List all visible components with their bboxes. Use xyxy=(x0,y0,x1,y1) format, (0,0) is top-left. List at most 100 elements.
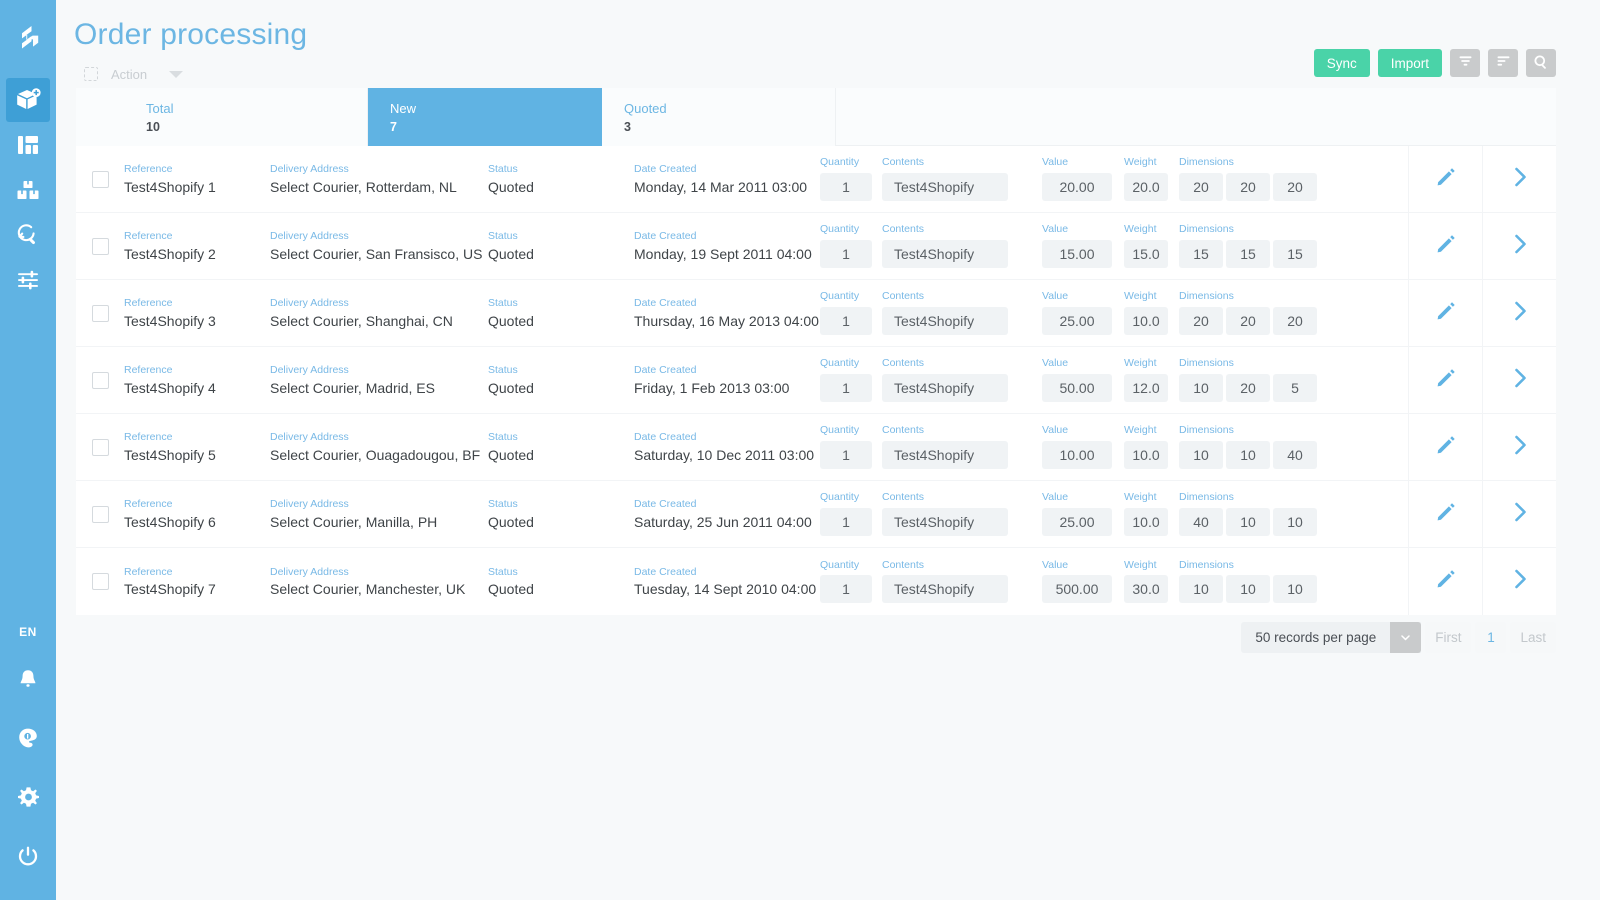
row-checkbox[interactable] xyxy=(92,305,109,322)
dimension-width-input[interactable]: 20 xyxy=(1226,307,1270,335)
row-edit-button[interactable] xyxy=(1408,414,1482,480)
weight-input[interactable]: 12.0 xyxy=(1124,374,1168,402)
contents-input[interactable]: Test4Shopify xyxy=(882,307,1008,335)
row-checkbox[interactable] xyxy=(92,171,109,188)
contents-input[interactable]: Test4Shopify xyxy=(882,240,1008,268)
row-checkbox[interactable] xyxy=(92,573,109,590)
dimension-width-input[interactable]: 10 xyxy=(1226,508,1270,536)
quantity-input[interactable]: 1 xyxy=(820,240,872,268)
contents-input[interactable]: Test4Shopify xyxy=(882,173,1008,201)
quantity-input[interactable]: 1 xyxy=(820,575,872,603)
dimension-height-input[interactable]: 15 xyxy=(1273,240,1317,268)
table-row[interactable]: Reference Test4Shopify 4 Delivery Addres… xyxy=(76,347,1556,414)
row-edit-button[interactable] xyxy=(1408,548,1482,615)
row-open-button[interactable] xyxy=(1482,146,1556,212)
app-logo[interactable] xyxy=(0,0,56,78)
table-row[interactable]: Reference Test4Shopify 6 Delivery Addres… xyxy=(76,481,1556,548)
weight-input[interactable]: 20.0 xyxy=(1124,173,1168,201)
table-row[interactable]: Reference Test4Shopify 5 Delivery Addres… xyxy=(76,414,1556,481)
contents-input[interactable]: Test4Shopify xyxy=(882,508,1008,536)
row-checkbox[interactable] xyxy=(92,439,109,456)
tab-new[interactable]: New 7 xyxy=(368,88,602,146)
records-per-page-select[interactable]: 50 records per page xyxy=(1241,622,1421,653)
quantity-input[interactable]: 1 xyxy=(820,307,872,335)
quantity-input[interactable]: 1 xyxy=(820,173,872,201)
value-input[interactable]: 20.00 xyxy=(1042,173,1112,201)
table-row[interactable]: Reference Test4Shopify 3 Delivery Addres… xyxy=(76,280,1556,347)
dimension-length-input[interactable]: 15 xyxy=(1179,240,1223,268)
weight-input[interactable]: 10.0 xyxy=(1124,508,1168,536)
row-checkbox[interactable] xyxy=(92,372,109,389)
dimension-length-input[interactable]: 10 xyxy=(1179,575,1223,603)
row-edit-button[interactable] xyxy=(1408,347,1482,413)
row-checkbox[interactable] xyxy=(92,238,109,255)
weight-input[interactable]: 10.0 xyxy=(1124,307,1168,335)
caret-down-icon[interactable] xyxy=(169,71,183,78)
page-current-button[interactable]: 1 xyxy=(1475,622,1506,653)
dimension-width-input[interactable]: 20 xyxy=(1226,374,1270,402)
dimension-length-input[interactable]: 40 xyxy=(1179,508,1223,536)
dimension-length-input[interactable]: 10 xyxy=(1179,441,1223,469)
select-all-dashed-checkbox-icon[interactable] xyxy=(84,67,98,81)
weight-input[interactable]: 30.0 xyxy=(1124,575,1168,603)
tab-quoted[interactable]: Quoted 3 xyxy=(602,88,836,146)
row-checkbox[interactable] xyxy=(92,506,109,523)
dimension-height-input[interactable]: 5 xyxy=(1273,374,1317,402)
chevron-down-icon[interactable] xyxy=(1390,622,1421,653)
dimension-height-input[interactable]: 20 xyxy=(1273,173,1317,201)
dimension-length-input[interactable]: 20 xyxy=(1179,307,1223,335)
sidebar-item-support[interactable] xyxy=(6,716,50,760)
row-open-button[interactable] xyxy=(1482,347,1556,413)
weight-input[interactable]: 15.0 xyxy=(1124,240,1168,268)
sidebar-item-notifications[interactable] xyxy=(6,657,50,701)
quantity-input[interactable]: 1 xyxy=(820,441,872,469)
row-open-button[interactable] xyxy=(1482,414,1556,480)
value-input[interactable]: 500.00 xyxy=(1042,575,1112,603)
value-input[interactable]: 15.00 xyxy=(1042,240,1112,268)
value-input[interactable]: 10.00 xyxy=(1042,441,1112,469)
sidebar-item-new-shipment[interactable] xyxy=(6,78,50,122)
value-input[interactable]: 25.00 xyxy=(1042,508,1112,536)
row-edit-button[interactable] xyxy=(1408,146,1482,212)
sidebar-item-products[interactable] xyxy=(6,168,50,212)
dimension-height-input[interactable]: 10 xyxy=(1273,508,1317,536)
row-open-button[interactable] xyxy=(1482,280,1556,346)
dimension-width-input[interactable]: 15 xyxy=(1226,240,1270,268)
dimension-width-input[interactable]: 20 xyxy=(1226,173,1270,201)
quantity-input[interactable]: 1 xyxy=(820,374,872,402)
row-open-button[interactable] xyxy=(1482,548,1556,615)
row-edit-button[interactable] xyxy=(1408,213,1482,279)
sidebar-item-logout[interactable] xyxy=(6,834,50,878)
sidebar-language-switch[interactable]: EN xyxy=(19,625,37,639)
row-open-button[interactable] xyxy=(1482,481,1556,547)
dimension-width-input[interactable]: 10 xyxy=(1226,575,1270,603)
dimension-height-input[interactable]: 10 xyxy=(1273,575,1317,603)
table-row[interactable]: Reference Test4Shopify 7 Delivery Addres… xyxy=(76,548,1556,615)
row-edit-button[interactable] xyxy=(1408,280,1482,346)
dimension-length-input[interactable]: 10 xyxy=(1179,374,1223,402)
page-last-button[interactable]: Last xyxy=(1510,622,1556,653)
table-row[interactable]: Reference Test4Shopify 2 Delivery Addres… xyxy=(76,213,1556,280)
value-input[interactable]: 25.00 xyxy=(1042,307,1112,335)
dimension-height-input[interactable]: 20 xyxy=(1273,307,1317,335)
page-first-button[interactable]: First xyxy=(1425,622,1471,653)
row-edit-button[interactable] xyxy=(1408,481,1482,547)
dimension-height-input[interactable]: 40 xyxy=(1273,441,1317,469)
sidebar-item-preferences[interactable] xyxy=(6,258,50,302)
quantity-input[interactable]: 1 xyxy=(820,508,872,536)
sidebar-item-settings[interactable] xyxy=(6,775,50,819)
sidebar-item-dashboard[interactable] xyxy=(6,123,50,167)
contents-input[interactable]: Test4Shopify xyxy=(882,441,1008,469)
dimension-length-input[interactable]: 20 xyxy=(1179,173,1223,201)
contents-input[interactable]: Test4Shopify xyxy=(882,374,1008,402)
value-input[interactable]: 50.00 xyxy=(1042,374,1112,402)
sidebar-item-track[interactable] xyxy=(6,213,50,257)
cell-quantity: Quantity 1 xyxy=(820,425,872,469)
table-row[interactable]: Reference Test4Shopify 1 Delivery Addres… xyxy=(76,146,1556,213)
contents-input[interactable]: Test4Shopify xyxy=(882,575,1008,603)
row-open-button[interactable] xyxy=(1482,213,1556,279)
weight-input[interactable]: 10.0 xyxy=(1124,441,1168,469)
tab-total[interactable]: Total 10 xyxy=(124,88,368,146)
dimension-width-input[interactable]: 10 xyxy=(1226,441,1270,469)
action-dropdown-label[interactable]: Action xyxy=(111,67,147,82)
